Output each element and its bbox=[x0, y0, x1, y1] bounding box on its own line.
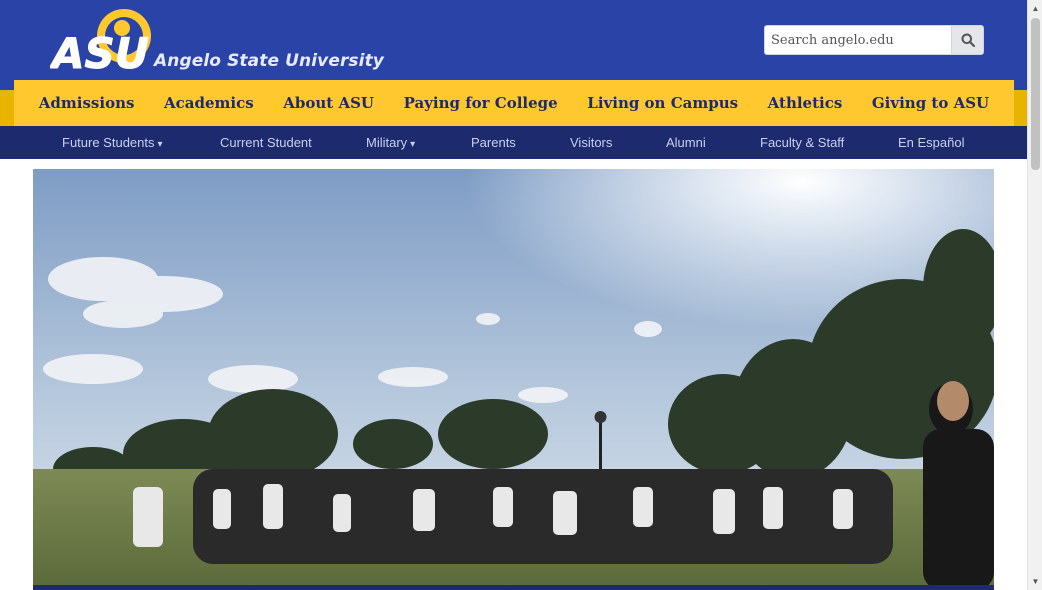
audience-label: Visitors bbox=[570, 135, 613, 150]
dropdown-caret-icon: ▾ bbox=[157, 139, 163, 150]
page: ASU Angelo State University Admissions A… bbox=[0, 0, 1042, 590]
page-scrollbar[interactable]: ▲ ▼ bbox=[1027, 0, 1042, 590]
university-name[interactable]: Angelo State University bbox=[154, 51, 384, 71]
nav-about-asu[interactable]: About ASU bbox=[283, 94, 374, 112]
audience-current-student[interactable]: Current Student bbox=[220, 135, 312, 150]
search-icon bbox=[961, 33, 975, 47]
audience-label: Alumni bbox=[666, 135, 706, 150]
nav-academics[interactable]: Academics bbox=[164, 94, 254, 112]
nav-paying-for-college[interactable]: Paying for College bbox=[404, 94, 558, 112]
scroll-down-icon[interactable]: ▼ bbox=[1028, 574, 1042, 589]
scroll-up-icon[interactable]: ▲ bbox=[1028, 1, 1042, 16]
search-form bbox=[764, 25, 984, 55]
hero-photo bbox=[33, 169, 994, 590]
nav-giving-to-asu[interactable]: Giving to ASU bbox=[872, 94, 989, 112]
audience-visitors[interactable]: Visitors bbox=[570, 135, 612, 150]
secondary-nav: Future Students ▾ Current Student Militar… bbox=[24, 126, 1004, 159]
hero-image bbox=[33, 169, 994, 590]
nav-living-on-campus[interactable]: Living on Campus bbox=[587, 94, 738, 112]
audience-faculty-staff[interactable]: Faculty & Staff bbox=[760, 135, 844, 150]
audience-parents[interactable]: Parents bbox=[471, 135, 516, 150]
scroll-thumb[interactable] bbox=[1031, 18, 1040, 170]
logo-text: ASU bbox=[50, 29, 149, 72]
audience-label: Military bbox=[366, 135, 408, 150]
audience-en-espanol[interactable]: En Español bbox=[898, 135, 965, 150]
audience-military[interactable]: Military ▾ bbox=[366, 135, 415, 150]
asu-logo[interactable]: ASU bbox=[50, 6, 160, 72]
primary-nav: Admissions Academics About ASU Paying fo… bbox=[14, 80, 1014, 126]
audience-label: Faculty & Staff bbox=[760, 135, 845, 150]
search-button[interactable] bbox=[951, 25, 984, 55]
dropdown-caret-icon: ▾ bbox=[410, 139, 416, 150]
search-input[interactable] bbox=[764, 25, 951, 55]
hero-bottom-bar bbox=[33, 585, 994, 590]
nav-admissions[interactable]: Admissions bbox=[39, 94, 135, 112]
audience-label: Future Students bbox=[62, 135, 155, 150]
audience-alumni[interactable]: Alumni bbox=[666, 135, 706, 150]
nav-athletics[interactable]: Athletics bbox=[768, 94, 843, 112]
audience-label: En Español bbox=[898, 135, 965, 150]
audience-label: Parents bbox=[471, 135, 516, 150]
audience-label: Current Student bbox=[220, 135, 312, 150]
audience-future-students[interactable]: Future Students ▾ bbox=[62, 135, 163, 150]
